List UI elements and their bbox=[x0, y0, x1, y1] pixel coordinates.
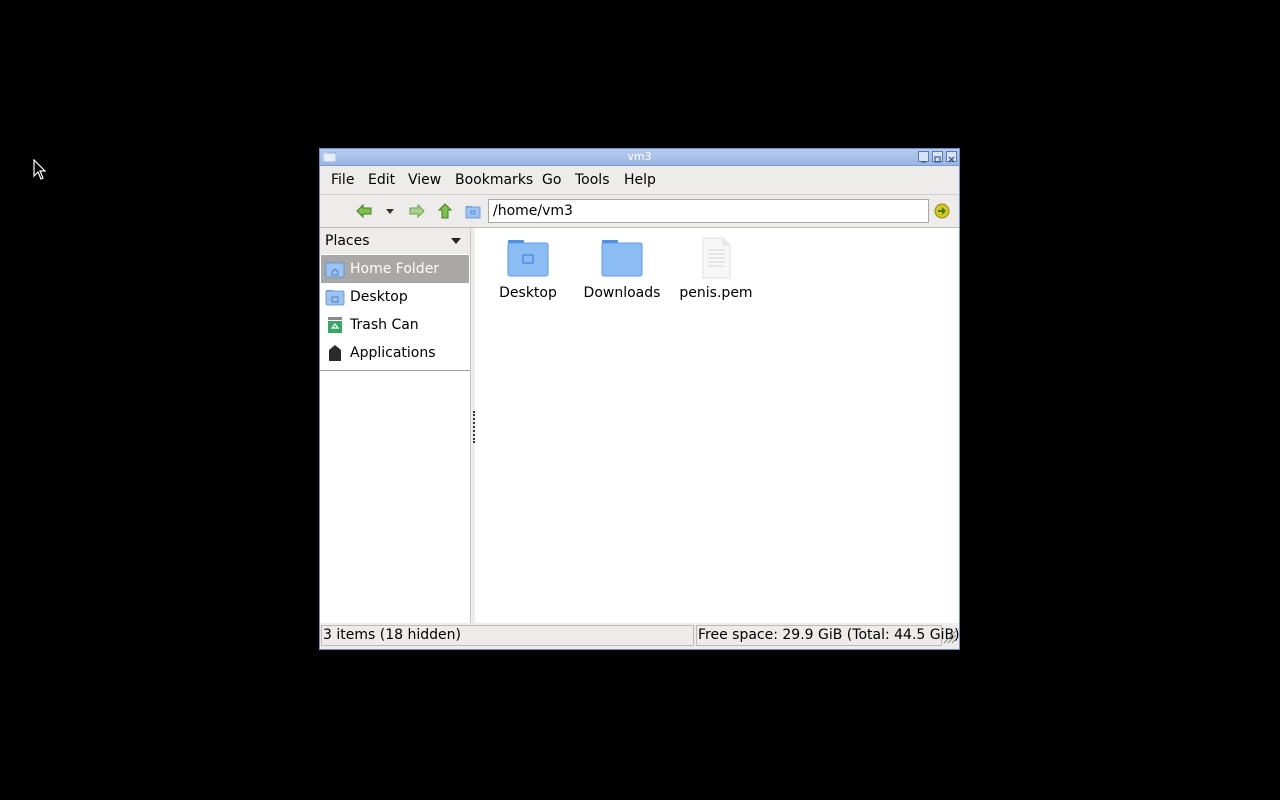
folder-icon bbox=[465, 206, 481, 219]
up-arrow-icon[interactable] bbox=[437, 203, 453, 219]
dropdown-arrow-icon[interactable] bbox=[451, 238, 461, 244]
file-name: Downloads bbox=[583, 285, 661, 301]
close-button[interactable] bbox=[946, 151, 957, 163]
text-file-icon bbox=[702, 237, 731, 279]
sidebar-item-label: Applications bbox=[350, 345, 436, 361]
close-icon bbox=[948, 156, 955, 163]
home-folder-icon bbox=[325, 262, 345, 278]
minimize-icon bbox=[921, 161, 926, 163]
desktop-folder-icon bbox=[507, 240, 549, 277]
menu-go[interactable]: Go bbox=[542, 171, 561, 189]
menu-help[interactable]: Help bbox=[624, 171, 656, 189]
sidebar-item-label: Desktop bbox=[350, 289, 408, 305]
trash-icon bbox=[328, 317, 342, 333]
file-item-penis-pem[interactable]: penis.pem bbox=[671, 236, 761, 302]
sidebar-item-desktop[interactable]: Desktop bbox=[321, 283, 469, 311]
places-header[interactable]: Places bbox=[320, 228, 470, 254]
file-manager-window: vm3 File Edit View Bookmarks Go Tools He… bbox=[319, 148, 960, 650]
minimize-button[interactable] bbox=[918, 151, 929, 163]
file-name: Desktop bbox=[499, 285, 557, 301]
sidebar-item-applications[interactable]: Applications bbox=[321, 339, 469, 367]
free-space: Free space: 29.9 GiB (Total: 44.5 GiB) bbox=[696, 625, 960, 646]
file-name: penis.pem bbox=[679, 285, 753, 301]
menu-edit[interactable]: Edit bbox=[368, 171, 395, 189]
history-dropdown-icon[interactable] bbox=[382, 203, 398, 219]
desktop-folder-icon bbox=[325, 290, 345, 306]
menu-view[interactable]: View bbox=[408, 171, 441, 189]
sidebar-item-label: Home Folder bbox=[350, 261, 440, 277]
title-bar[interactable]: vm3 bbox=[320, 149, 959, 166]
menu-bookmarks[interactable]: Bookmarks bbox=[455, 171, 533, 189]
window-title: vm3 bbox=[627, 150, 652, 163]
menu-bar: File Edit View Bookmarks Go Tools Help bbox=[320, 166, 959, 195]
sidebar-item-label: Trash Can bbox=[350, 317, 419, 333]
applications-icon bbox=[329, 345, 341, 361]
resize-grip-icon[interactable] bbox=[941, 627, 957, 645]
file-view: Desktop Downloads penis.pem bbox=[475, 228, 959, 623]
back-arrow-icon[interactable] bbox=[356, 203, 372, 219]
places-label: Places bbox=[325, 233, 370, 249]
sidebar-item-home-folder[interactable]: Home Folder bbox=[321, 255, 469, 283]
mouse-pointer-icon bbox=[33, 159, 47, 180]
status-bar: 3 items (18 hidden) Free space: 29.9 GiB… bbox=[320, 624, 960, 649]
file-item-downloads[interactable]: Downloads bbox=[577, 236, 667, 302]
forward-arrow-icon[interactable] bbox=[409, 203, 425, 219]
item-count: 3 items (18 hidden) bbox=[321, 625, 694, 646]
location-input[interactable] bbox=[488, 199, 929, 223]
maximize-icon bbox=[934, 156, 941, 163]
menu-file[interactable]: File bbox=[331, 171, 354, 189]
file-item-desktop[interactable]: Desktop bbox=[483, 236, 573, 302]
places-sidebar: Places Home Folder Desktop Trash Can App… bbox=[320, 228, 471, 623]
folder-icon bbox=[601, 240, 643, 277]
maximize-button[interactable] bbox=[932, 151, 943, 163]
sidebar-item-trash-can[interactable]: Trash Can bbox=[321, 311, 469, 339]
go-icon[interactable] bbox=[934, 203, 950, 219]
toolbar bbox=[320, 195, 959, 228]
places-list: Home Folder Desktop Trash Can Applicatio… bbox=[320, 255, 470, 371]
menu-tools[interactable]: Tools bbox=[575, 171, 610, 189]
